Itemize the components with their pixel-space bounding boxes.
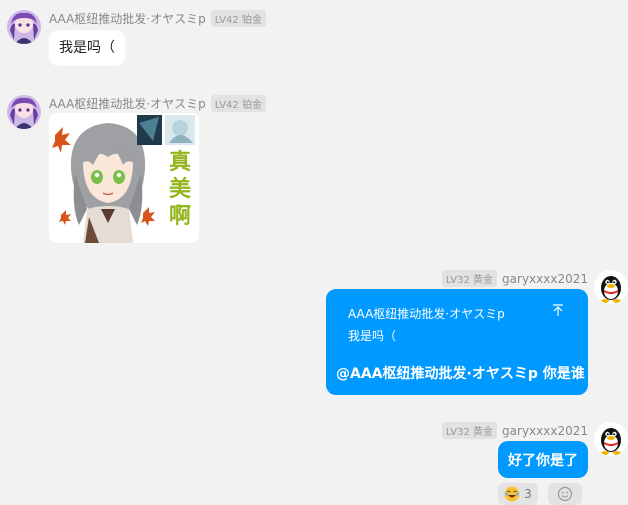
- quote-jump-icon[interactable]: [552, 303, 564, 321]
- quote-sender[interactable]: AAA枢纽推动批发·オヤスミp: [348, 305, 505, 322]
- quote-text: 我是吗（: [348, 329, 397, 343]
- reaction-count: 3: [524, 487, 532, 501]
- level-badge: LV32 黄金: [441, 422, 498, 439]
- sticker-caption: 真美啊: [167, 149, 193, 230]
- message-bubble[interactable]: 我是吗（: [49, 30, 125, 66]
- message-bubble[interactable]: 好了你是了: [498, 441, 588, 478]
- sender-name[interactable]: garyxxxx2021: [502, 424, 588, 438]
- level-badge: LV42 铂金: [210, 95, 266, 112]
- qq-penguin-avatar[interactable]: [594, 422, 628, 456]
- sender-name[interactable]: AAA枢纽推动批发·オヤスミp: [49, 95, 206, 112]
- qq-penguin-avatar[interactable]: [594, 270, 628, 304]
- sticker-image[interactable]: 真美啊: [49, 113, 199, 243]
- sender-name[interactable]: AAA枢纽推动批发·オヤスミp: [49, 10, 206, 27]
- message-bubble[interactable]: AAA枢纽推动批发·オヤスミp 我是吗（ @AAA枢纽推动批发·オヤスミp 你是…: [326, 289, 588, 395]
- laughing-emoji-icon: [504, 486, 520, 502]
- level-badge: LV32 黄金: [441, 270, 498, 287]
- message-text: 我是吗（: [59, 40, 115, 56]
- message-text: @AAA枢纽推动批发·オヤスミp 你是谁: [336, 366, 585, 382]
- add-emoji-icon: [557, 486, 573, 502]
- level-badge: LV42 铂金: [210, 10, 266, 27]
- sender-avatar[interactable]: [7, 10, 41, 44]
- sender-avatar[interactable]: [7, 95, 41, 129]
- message-text: 好了你是了: [508, 452, 578, 469]
- sender-name[interactable]: garyxxxx2021: [502, 272, 588, 286]
